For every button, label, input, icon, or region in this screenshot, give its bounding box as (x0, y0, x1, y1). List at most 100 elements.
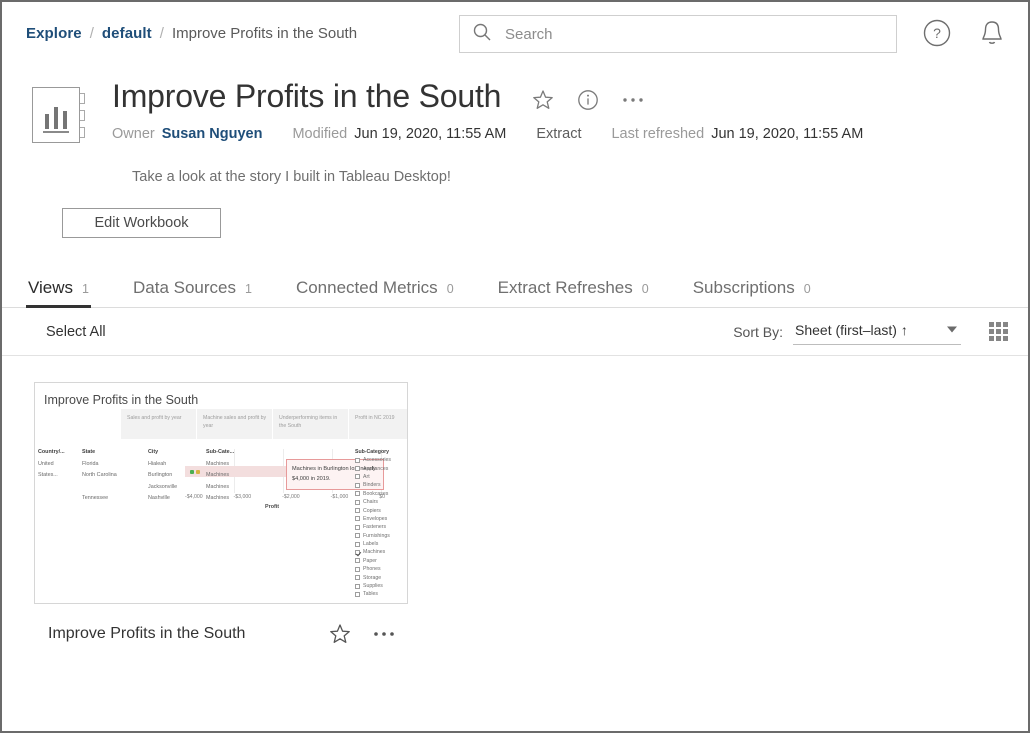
data-mark-green (190, 470, 194, 474)
chevron-down-icon (945, 321, 959, 339)
tab-connected-metrics[interactable]: Connected Metrics 0 (296, 278, 454, 307)
story-point-1[interactable]: Sales and profit by year (121, 409, 196, 439)
legend-item[interactable]: Furnishings (355, 532, 403, 540)
checkbox[interactable] (355, 575, 360, 580)
legend-item[interactable]: Envelopes (355, 515, 403, 523)
select-all-button[interactable]: Select All (46, 324, 106, 340)
star-icon[interactable] (328, 622, 352, 646)
title-action-icons (531, 82, 645, 112)
breadcrumb-current: Improve Profits in the South (172, 25, 357, 42)
tab-data-sources-label: Data Sources (133, 278, 236, 298)
checkbox[interactable] (355, 516, 360, 521)
thumbnail-story-title: Improve Profits in the South (44, 393, 198, 407)
cell-country: United (38, 461, 82, 467)
legend-item[interactable]: Chairs (355, 498, 403, 506)
axis-tick: -$4,000 (185, 494, 203, 500)
tab-extract-refreshes-count: 0 (642, 282, 649, 296)
legend-item[interactable]: Tables (355, 590, 403, 598)
story-point-3[interactable]: Underperforming items in the South (273, 409, 348, 439)
tab-subscriptions[interactable]: Subscriptions 0 (693, 278, 811, 307)
legend-item[interactable]: Supplies (355, 582, 403, 590)
search-input[interactable] (503, 25, 873, 44)
sort-by-dropdown[interactable]: Sheet (first–last) ↑ (793, 319, 961, 345)
breadcrumb-separator-2: / (160, 25, 164, 42)
checkbox[interactable] (355, 567, 360, 572)
legend-title: Sub-Category (355, 449, 403, 455)
legend-item[interactable]: Appliances (355, 464, 403, 472)
cell-country: States... (38, 472, 82, 478)
checkbox[interactable] (355, 474, 360, 479)
tab-extract-refreshes-label: Extract Refreshes (498, 278, 633, 298)
workbook-metadata: Owner Susan Nguyen Modified Jun 19, 2020… (112, 126, 1004, 142)
grid-view-icon[interactable] (989, 322, 1008, 341)
breadcrumb-project-default[interactable]: default (102, 25, 152, 42)
last-refreshed-label: Last refreshed (611, 126, 704, 142)
info-circle-icon[interactable] (577, 89, 599, 111)
legend-label: Supplies (363, 583, 383, 589)
legend-label: Machines (363, 549, 385, 555)
last-refreshed-value: Jun 19, 2020, 11:55 AM (711, 126, 863, 142)
bell-icon[interactable] (978, 18, 1006, 48)
legend-label: Fasteners (363, 524, 386, 530)
legend-label: Accessories (363, 457, 391, 463)
search-icon (472, 22, 492, 47)
story-point-4[interactable]: Profit in NC 2019 (349, 409, 408, 439)
legend-item[interactable]: Phones (355, 565, 403, 573)
checkbox[interactable] (355, 458, 360, 463)
checkbox[interactable] (355, 483, 360, 488)
cell-city: Jacksonville (148, 484, 206, 490)
legend-label: Binders (363, 482, 381, 488)
checkbox[interactable] (355, 592, 360, 597)
legend-item[interactable]: Paper (355, 557, 403, 565)
legend-item-machines[interactable]: Machines (355, 548, 403, 556)
story-point-2[interactable]: Machine sales and profit by year (197, 409, 272, 439)
subcategory-filter: Sub-Category Accessories Appliances Art … (355, 449, 403, 599)
checkbox[interactable] (355, 508, 360, 513)
tab-connected-metrics-label: Connected Metrics (296, 278, 438, 298)
checkbox[interactable] (355, 558, 360, 563)
legend-item[interactable]: Labels (355, 540, 403, 548)
legend-item[interactable]: Copiers (355, 506, 403, 514)
checkbox[interactable] (355, 584, 360, 589)
search-box[interactable] (459, 15, 897, 53)
tab-data-sources[interactable]: Data Sources 1 (133, 278, 252, 307)
legend-label: Appliances (363, 466, 388, 472)
legend-label: Paper (363, 558, 377, 564)
checkbox[interactable] (355, 466, 360, 471)
legend-item[interactable]: Art (355, 473, 403, 481)
tab-views[interactable]: Views 1 (28, 278, 89, 307)
legend-item[interactable]: Storage (355, 573, 403, 581)
table-header-row: Country/... State City Sub-Cate... (38, 449, 264, 461)
legend-item[interactable]: Fasteners (355, 523, 403, 531)
legend-item[interactable]: Bookcases (355, 490, 403, 498)
sort-by-label: Sort By: (733, 324, 783, 340)
help-circle-icon[interactable]: ? (922, 18, 952, 48)
tab-subscriptions-count: 0 (804, 282, 811, 296)
checkbox[interactable] (355, 500, 360, 505)
content-tabs: Views 1 Data Sources 1 Connected Metrics… (2, 270, 1028, 308)
star-icon[interactable] (531, 88, 555, 112)
owner-name[interactable]: Susan Nguyen (162, 126, 263, 142)
view-card-title[interactable]: Improve Profits in the South (48, 625, 245, 643)
checkbox-checked[interactable] (355, 550, 360, 555)
view-thumbnail[interactable]: Improve Profits in the South Sales and p… (34, 382, 408, 604)
top-bar-icons: ? (922, 18, 1006, 48)
workbook-header: Improve Profits in the South (2, 64, 1028, 238)
checkbox[interactable] (355, 533, 360, 538)
axis-tick: -$2,000 (282, 494, 300, 500)
cell-state: Florida (82, 461, 148, 467)
ellipsis-icon[interactable] (621, 96, 645, 104)
view-card: Improve Profits in the South Sales and p… (34, 382, 408, 646)
legend-item[interactable]: Accessories (355, 456, 403, 464)
ellipsis-icon[interactable] (372, 630, 396, 638)
checkbox[interactable] (355, 525, 360, 530)
tab-extract-refreshes[interactable]: Extract Refreshes 0 (498, 278, 649, 307)
cell-state: Tennessee (82, 495, 148, 501)
breadcrumb: Explore / default / Improve Profits in t… (26, 25, 357, 42)
legend-item[interactable]: Binders (355, 481, 403, 489)
edit-workbook-button[interactable]: Edit Workbook (62, 208, 221, 238)
breadcrumb-explore[interactable]: Explore (26, 25, 82, 42)
checkbox[interactable] (355, 542, 360, 547)
checkbox[interactable] (355, 491, 360, 496)
modified-label: Modified (292, 126, 347, 142)
